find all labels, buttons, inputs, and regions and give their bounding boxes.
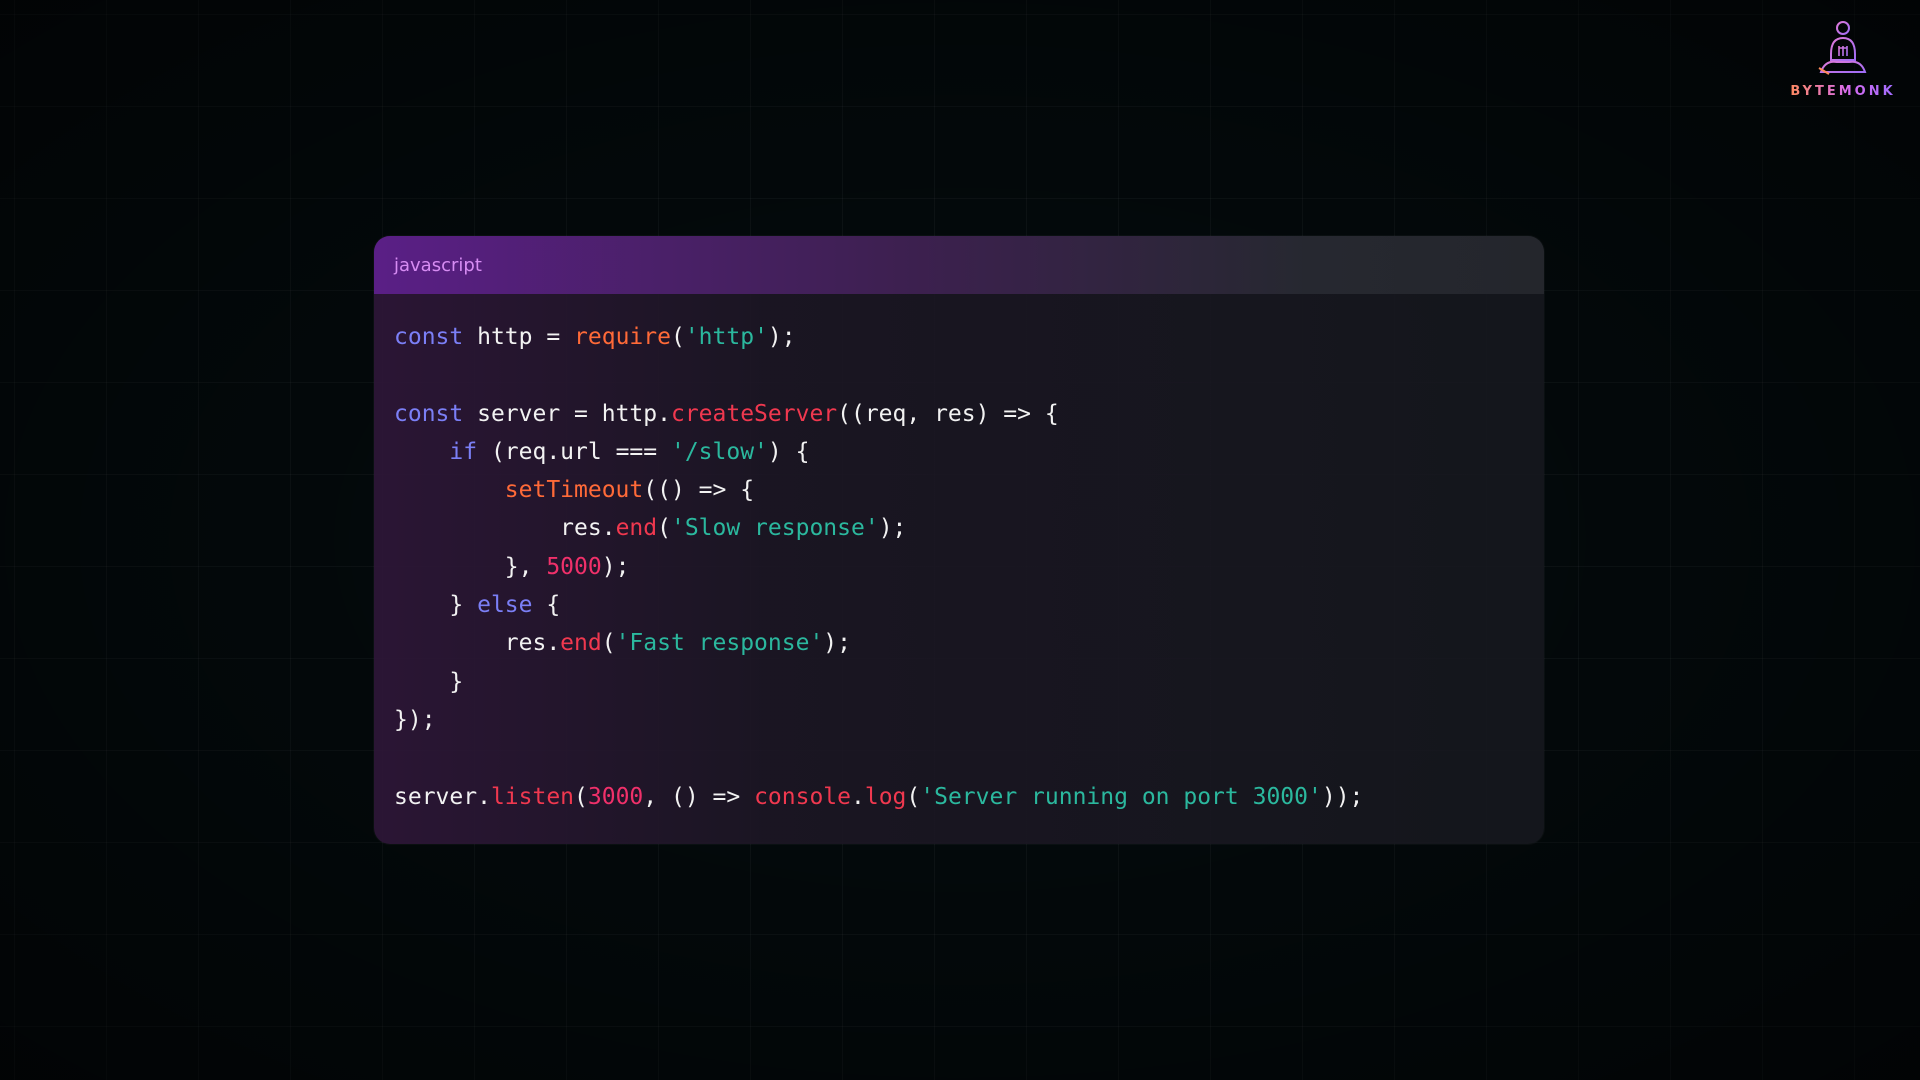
code-token: res. bbox=[394, 515, 616, 542]
code-token: const bbox=[394, 324, 464, 350]
code-token: 'http' bbox=[684, 324, 768, 350]
code-token: ( bbox=[906, 783, 921, 810]
monk-meditating-icon bbox=[1818, 21, 1867, 75]
code-token: log bbox=[864, 783, 907, 810]
code-token: listen bbox=[490, 783, 575, 810]
code-token: 'Slow response' bbox=[670, 515, 879, 542]
code-token: res. bbox=[394, 630, 561, 657]
code-token: ) { bbox=[767, 438, 810, 465]
code-line: }); bbox=[394, 701, 1544, 739]
code-token: }); bbox=[394, 706, 436, 733]
code-token: server = http. bbox=[463, 400, 671, 427]
code-line: res.end('Fast response'); bbox=[394, 624, 1544, 662]
code-token: 5000 bbox=[546, 553, 602, 580]
logo-wordmark: BYTEMONK bbox=[1788, 84, 1898, 99]
code-body: const http = require('http'); const serve… bbox=[374, 294, 1544, 816]
bytemonk-logo: BYTEMONK bbox=[1788, 18, 1898, 110]
code-token: , () => bbox=[643, 783, 755, 810]
code-token: http = bbox=[463, 324, 575, 350]
code-token: '/slow' bbox=[670, 438, 768, 465]
code-token: { bbox=[532, 592, 561, 619]
code-token: setTimeout bbox=[504, 477, 644, 504]
code-token: ( bbox=[601, 630, 616, 657]
code-line: if (req.url === '/slow') { bbox=[394, 433, 1544, 471]
code-token: ); bbox=[878, 515, 907, 542]
code-token: if bbox=[449, 438, 478, 465]
code-token: ( bbox=[670, 324, 685, 350]
code-line: setTimeout(() => { bbox=[394, 471, 1544, 509]
code-token: 'Server running on port 3000' bbox=[920, 783, 1322, 810]
code-token: 'Fast response' bbox=[615, 630, 824, 657]
code-token: ); bbox=[823, 630, 851, 657]
code-token: end bbox=[615, 515, 658, 542]
code-window: javascript const http = require('http');… bbox=[374, 236, 1544, 844]
code-header: javascript bbox=[374, 236, 1544, 294]
code-token: )); bbox=[1321, 783, 1364, 810]
code-token: }, bbox=[394, 553, 547, 580]
code-token: ( bbox=[574, 783, 588, 810]
slide-canvas: BYTEMONK javascript const http = require… bbox=[0, 0, 1920, 1080]
language-label: javascript bbox=[394, 254, 482, 276]
code-token: (req.url === bbox=[477, 438, 671, 465]
code-token: console bbox=[754, 783, 851, 810]
code-line: const server = http.createServer((req, r… bbox=[394, 395, 1544, 433]
code-token: } bbox=[394, 668, 464, 695]
code-token: else bbox=[477, 592, 533, 619]
code-token: const bbox=[394, 400, 464, 427]
code-token: end bbox=[560, 630, 602, 657]
code-line: }, 5000); bbox=[394, 548, 1544, 586]
code-token: server. bbox=[394, 783, 491, 810]
code-line: server.listen(3000, () => console.log('S… bbox=[394, 778, 1544, 816]
code-line: } else { bbox=[394, 586, 1544, 624]
code-token: . bbox=[851, 783, 865, 810]
code-token: ); bbox=[601, 553, 630, 580]
code-token: ); bbox=[767, 324, 796, 350]
code-token: require bbox=[574, 324, 671, 350]
code-line: const http = require('http'); bbox=[394, 318, 1544, 356]
code-token: ( bbox=[657, 515, 671, 542]
code-token: } bbox=[394, 592, 478, 619]
code-line: } bbox=[394, 663, 1544, 701]
code-token: 3000 bbox=[587, 783, 644, 810]
code-token: (() => { bbox=[643, 477, 755, 504]
code-token: ((req, res) => { bbox=[837, 400, 1059, 427]
code-token: createServer bbox=[670, 400, 838, 427]
code-line: res.end('Slow response'); bbox=[394, 509, 1544, 547]
